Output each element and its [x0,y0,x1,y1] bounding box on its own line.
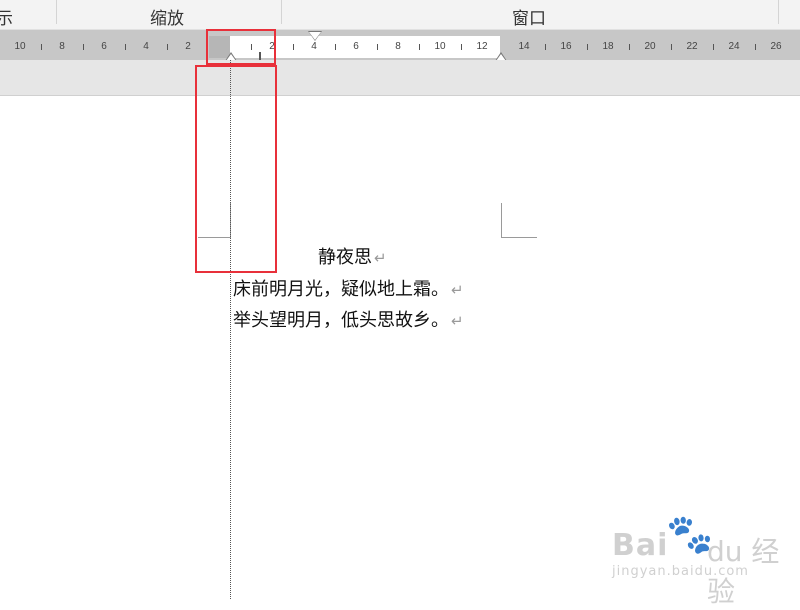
baidu-watermark: 🐾 Bai du 经验 jingyan.baidu.com [612,512,792,608]
ruler-tick-label: 20 [644,41,656,52]
ruler-tick [713,44,714,50]
ruler-tick-label: 10 [14,41,26,52]
ruler-tick-label: 6 [353,41,359,52]
ruler-tick-label: 14 [518,41,530,52]
ruler-tick [419,44,420,50]
ruler-tick [587,44,588,50]
ruler-tick [335,44,336,50]
ruler-tick [293,44,294,50]
ruler-tick-label: 26 [770,41,782,52]
ruler-tick-label: 4 [311,41,317,52]
ribbon-separator [56,0,57,24]
paragraph-mark-icon: ↵ [451,312,464,330]
paragraph-mark-icon: ↵ [451,281,464,299]
ruler-tick [461,44,462,50]
ruler-tick-label: 22 [686,41,698,52]
poem-line[interactable]: 举头望明月，低头思故乡。 ↵ [233,306,464,332]
ribbon-group-zoom-label: 缩放 [150,9,184,29]
poem-line-text: 举头望明月，低头思故乡。 [233,310,449,331]
ruler-tick [125,44,126,50]
ruler-tick-label: 6 [101,41,107,52]
paragraph-mark-icon: ↵ [374,249,387,267]
ruler-tick-label: 10 [434,41,446,52]
poem-line-text: 床前明月光，疑似地上霜。 [233,279,449,300]
ribbon-group-window-label: 窗口 [512,9,546,29]
ribbon-group-labels: 示 缩放 窗口 [0,0,800,30]
ruler-tick [41,44,42,50]
poem-line[interactable]: 床前明月光，疑似地上霜。 ↵ [233,275,464,301]
margin-corner-mark [501,203,502,238]
ruler-tick [755,44,756,50]
poem-title-text: 静夜思 [318,247,372,268]
highlight-box-margin [195,65,277,273]
ruler-tick [545,44,546,50]
ruler-tick-label: 4 [143,41,149,52]
ruler-tick [377,44,378,50]
watermark-url: jingyan.baidu.com [612,564,749,579]
ruler-tick-label: 18 [602,41,614,52]
ruler-tick [167,44,168,50]
margin-corner-mark [501,237,537,238]
ruler-tick-label: 24 [728,41,740,52]
watermark-brand: Bai [612,528,669,563]
ruler-tick-label: 8 [59,41,65,52]
ruler-tick-label: 2 [185,41,191,52]
ribbon-separator [281,0,282,24]
ruler-tick [671,44,672,50]
ruler-tick [629,44,630,50]
ruler-tick-label: 12 [476,41,488,52]
ribbon-group-show-label: 示 [0,9,13,29]
ruler-tick-label: 8 [395,41,401,52]
highlight-box-ruler [206,29,276,65]
poem-title[interactable]: 静夜思 ↵ [318,243,387,269]
ruler-tick-label: 16 [560,41,572,52]
ribbon-separator [778,0,779,24]
ruler-gutter [0,60,800,96]
ruler-tick [83,44,84,50]
first-line-indent-marker-fill[interactable] [309,32,321,40]
